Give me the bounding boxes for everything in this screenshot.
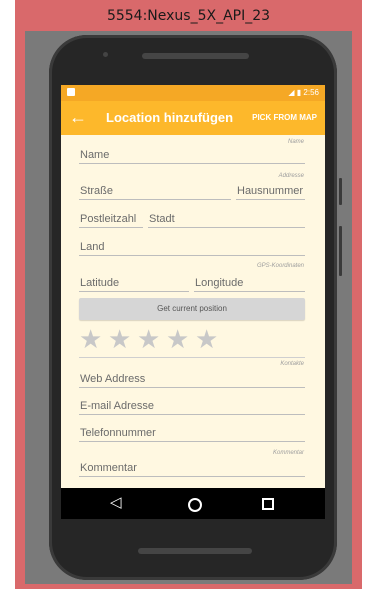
back-triangle-icon[interactable]: ◁ xyxy=(110,493,122,513)
postal-code-field[interactable]: Postleitzahl xyxy=(79,211,143,228)
form-content: Name Name Addresse Straße Hausnummer Pos… xyxy=(61,135,325,488)
toolbar-title: Location hinzufügen xyxy=(106,110,234,125)
city-field[interactable]: Stadt xyxy=(148,211,305,228)
star-icon[interactable]: ★ xyxy=(108,326,137,352)
back-arrow-icon[interactable]: ← xyxy=(69,107,87,127)
power-button[interactable] xyxy=(339,178,342,205)
phone-screen: ◢ ▮ 2:56 ← Location hinzufügen PICK FROM… xyxy=(61,85,325,519)
section-label-comment: Kommentar xyxy=(272,450,304,456)
volume-button[interactable] xyxy=(339,226,342,276)
section-label-name: Name xyxy=(287,139,304,145)
front-camera xyxy=(103,52,108,57)
rating-bar[interactable]: ★ ★ ★ ★ ★ xyxy=(79,326,224,352)
name-field[interactable]: Name xyxy=(79,147,305,164)
star-icon[interactable]: ★ xyxy=(137,326,166,352)
earpiece-speaker xyxy=(142,53,249,59)
star-icon[interactable]: ★ xyxy=(79,326,108,352)
phone-field[interactable]: Telefonnummer xyxy=(79,425,305,442)
status-bar: ◢ ▮ 2:56 xyxy=(61,85,325,101)
star-icon[interactable]: ★ xyxy=(195,326,224,352)
country-field[interactable]: Land xyxy=(79,239,305,256)
email-field[interactable]: E-mail Adresse xyxy=(79,398,305,415)
battery-icon: ▮ xyxy=(296,88,302,97)
recents-square-icon[interactable] xyxy=(262,498,274,510)
section-label-contacts: Kontakte xyxy=(280,361,304,367)
web-address-field[interactable]: Web Address xyxy=(79,371,305,388)
get-current-position-button[interactable]: Get current position xyxy=(79,298,305,320)
app-toolbar: ← Location hinzufügen PICK FROM MAP xyxy=(61,101,325,135)
comment-field[interactable]: Kommentar xyxy=(79,460,305,477)
system-nav-bar: ◁ xyxy=(61,488,325,519)
house-number-field[interactable]: Hausnummer xyxy=(236,183,305,200)
signal-icon: ◢ xyxy=(288,88,295,97)
status-time: 2:56 xyxy=(303,88,319,97)
section-label-gps: GPS-Koordinaten xyxy=(256,263,304,269)
bottom-speaker xyxy=(138,548,252,554)
section-label-address: Addresse xyxy=(278,173,304,179)
longitude-field[interactable]: Longitude xyxy=(194,275,305,292)
home-circle-icon[interactable] xyxy=(188,498,202,512)
latitude-field[interactable]: Latitude xyxy=(79,275,189,292)
notification-icon xyxy=(67,88,75,96)
emulator-title: 5554:Nexus_5X_API_23 xyxy=(106,8,271,24)
pick-from-map-button[interactable]: PICK FROM MAP xyxy=(252,113,317,122)
section-divider xyxy=(79,357,305,358)
star-icon[interactable]: ★ xyxy=(166,326,195,352)
status-right: ◢ ▮ 2:56 xyxy=(288,88,319,97)
street-field[interactable]: Straße xyxy=(79,183,231,200)
